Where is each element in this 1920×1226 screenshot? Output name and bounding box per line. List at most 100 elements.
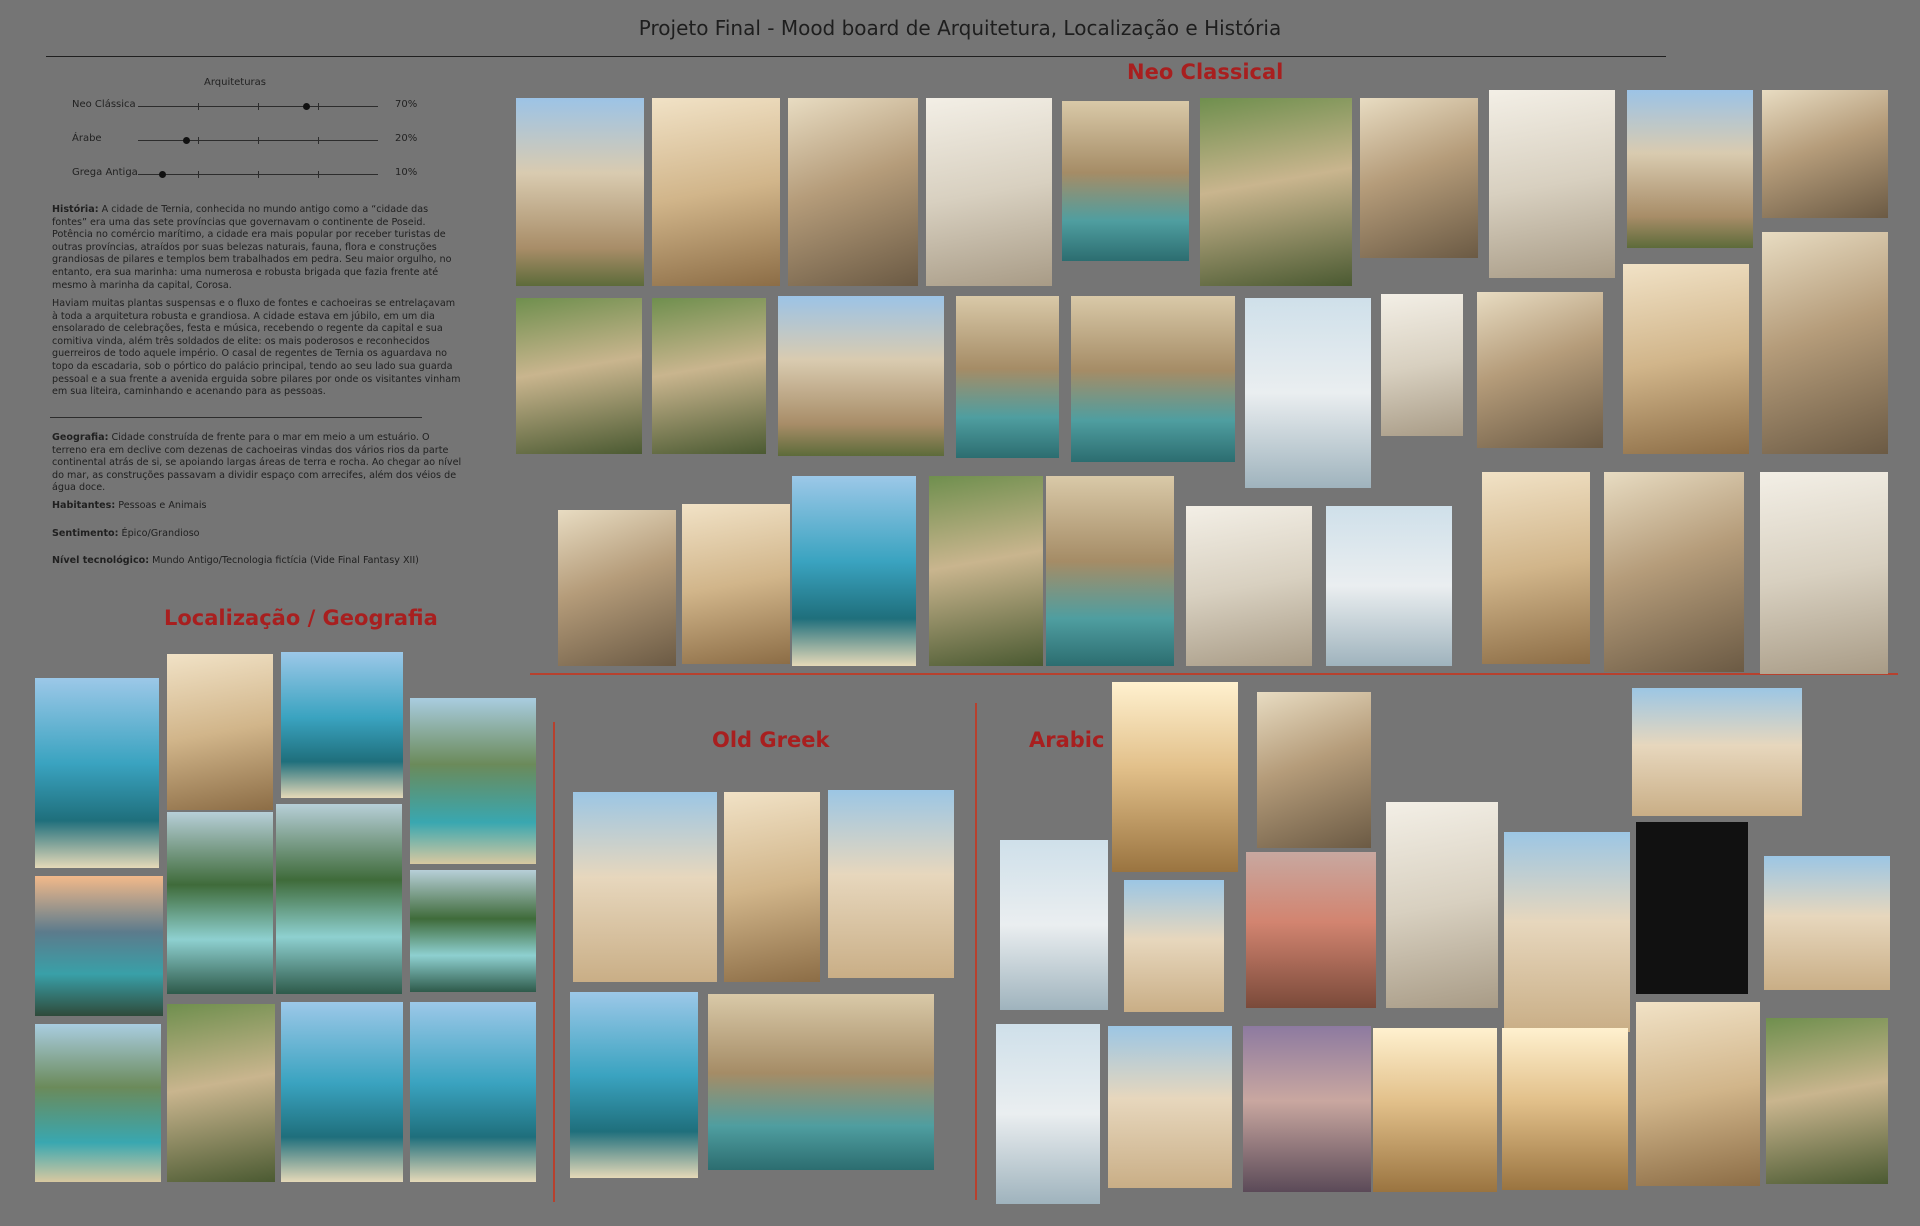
arabic-left-divider [975, 703, 977, 1200]
tech-level-line: Nível tecnológico: Mundo Antigo/Tecnolog… [52, 555, 472, 568]
photo-tile [276, 804, 402, 994]
slider-label: Grega Antiga [72, 167, 138, 178]
old-greek-heading: Old Greek [712, 728, 830, 752]
photo-tile [1373, 1028, 1497, 1192]
slider-label: Neo Clássica [72, 99, 136, 110]
photo-tile [1108, 1026, 1232, 1188]
photo-tile [1477, 292, 1603, 448]
page-title: Projeto Final - Mood board de Arquitetur… [638, 16, 1282, 40]
photo-tile [1386, 802, 1498, 1008]
photo-tile [652, 98, 780, 286]
slider-row-arabe: Árabe 20% [50, 130, 450, 150]
photo-tile [1243, 1026, 1371, 1192]
photo-tile [724, 792, 820, 982]
photo-tile [35, 1024, 161, 1182]
history-paragraph-2: Haviam muitas plantas suspensas e o flux… [52, 298, 461, 398]
neo-classical-heading: Neo Classical [1127, 60, 1284, 84]
photo-tile [929, 476, 1043, 666]
photo-tile [1326, 506, 1452, 666]
photo-tile [1760, 472, 1888, 674]
photo-tile [1632, 688, 1802, 816]
inhabitants-label: Habitantes: [52, 500, 116, 511]
photo-tile [956, 296, 1059, 458]
photo-tile [778, 296, 944, 456]
photo-tile [410, 1002, 536, 1182]
photo-tile [1636, 1002, 1760, 1186]
slider-knob[interactable] [183, 137, 190, 144]
photo-tile [1257, 692, 1371, 848]
slider-track[interactable] [138, 103, 378, 110]
photo-tile [1764, 856, 1890, 990]
photo-tile [828, 790, 954, 978]
photo-tile [281, 652, 403, 798]
photo-tile [1502, 1028, 1628, 1190]
photo-tile [167, 654, 273, 810]
photo-tile [1246, 852, 1376, 1008]
photo-tile [167, 1004, 275, 1182]
neo-section-divider [530, 673, 1898, 675]
slider-value: 70% [395, 99, 418, 110]
text-separator [50, 417, 422, 418]
slider-knob[interactable] [159, 171, 166, 178]
photo-tile [788, 98, 918, 286]
geography-paragraph: Geografia: Cidade construída de frente p… [52, 432, 462, 495]
photo-tile [516, 98, 644, 286]
geography-label: Geografia: [52, 432, 109, 443]
photo-tile [1062, 101, 1189, 261]
photo-tile [410, 698, 536, 864]
photo-tile [570, 992, 698, 1178]
photo-tile [516, 298, 642, 454]
photo-tile [1071, 296, 1235, 462]
photo-tile [1623, 264, 1749, 454]
slider-value: 20% [395, 133, 418, 144]
slider-label: Árabe [72, 133, 102, 144]
photo-tile [1604, 472, 1744, 672]
photo-tile [652, 298, 766, 454]
slider-track[interactable] [138, 171, 378, 178]
feeling-text: Épico/Grandioso [121, 528, 200, 539]
photo-tile [410, 870, 536, 992]
slider-knob[interactable] [303, 103, 310, 110]
inhabitants-line: Habitantes: Pessoas e Animais [52, 500, 462, 513]
geography-text: Cidade construída de frente para o mar e… [52, 432, 462, 494]
photo-tile [573, 792, 717, 982]
photo-tile [281, 1002, 403, 1182]
tech-level-label: Nível tecnológico: [52, 555, 150, 566]
title-divider [46, 56, 1666, 57]
inhabitants-text: Pessoas e Animais [118, 500, 207, 511]
photo-tile [1200, 98, 1352, 286]
photo-tile [1762, 90, 1888, 218]
history-label: História: [52, 204, 99, 215]
photo-tile [1186, 506, 1312, 666]
photo-tile [558, 510, 676, 666]
photo-tile [996, 1024, 1100, 1204]
tech-level-text: Mundo Antigo/Tecnologia fictícia (Vide F… [152, 555, 419, 566]
feeling-label: Sentimento: [52, 528, 119, 539]
photo-tile [1627, 90, 1753, 248]
localizacao-heading: Localização / Geografia [164, 606, 438, 630]
photo-tile [35, 678, 159, 868]
photo-tile [1124, 880, 1224, 1012]
photo-tile [1112, 682, 1238, 872]
photo-tile [682, 504, 790, 664]
photo-tile [1000, 840, 1108, 1010]
photo-frame [1636, 822, 1748, 994]
photo-tile [1489, 90, 1615, 278]
slider-row-neo: Neo Clássica 70% [50, 96, 450, 116]
photo-tile [708, 994, 934, 1170]
photo-tile [1360, 98, 1478, 258]
photo-tile [1381, 294, 1463, 436]
photo-tile [167, 812, 273, 994]
slider-value: 10% [395, 167, 418, 178]
arabic-heading: Arabic [1029, 728, 1105, 752]
history-text: A cidade de Ternia, conhecida no mundo a… [52, 204, 452, 291]
history-paragraph: História: A cidade de Ternia, conhecida … [52, 204, 462, 292]
slider-track[interactable] [138, 137, 378, 144]
photo-tile [1046, 476, 1174, 666]
feeling-line: Sentimento: Épico/Grandioso [52, 528, 462, 541]
slider-row-grega: Grega Antiga 10% [50, 164, 450, 184]
photo-tile [1762, 232, 1888, 454]
photo-tile [792, 476, 916, 666]
architectures-heading: Arquiteturas [203, 77, 267, 88]
photo-tile [926, 98, 1052, 286]
